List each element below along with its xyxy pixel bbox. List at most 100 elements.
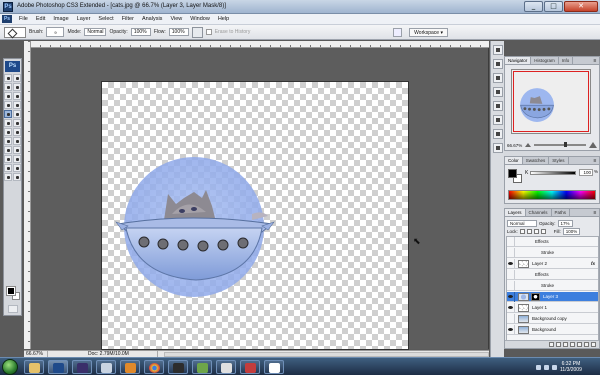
brush-tool-icon[interactable] xyxy=(13,101,21,109)
layer-row[interactable]: Layer 2 fx xyxy=(507,258,598,269)
menu-edit[interactable]: Edit xyxy=(32,16,49,22)
workspace-menu[interactable]: Workspace ▾ xyxy=(409,27,448,37)
hand-tool-icon[interactable] xyxy=(4,164,12,172)
trash-icon[interactable] xyxy=(591,342,596,347)
navigator-thumbnail[interactable] xyxy=(511,69,591,134)
add-mask-icon[interactable] xyxy=(563,342,568,347)
navigator-zoom-field[interactable]: 66.67% xyxy=(507,143,522,148)
history-brush-tool-icon[interactable] xyxy=(4,119,12,127)
crop-tool-icon[interactable] xyxy=(4,92,12,100)
color-fg-swatch[interactable] xyxy=(508,169,517,178)
lock-pixels-icon[interactable] xyxy=(526,228,532,234)
3d-tool-icon[interactable] xyxy=(4,173,12,181)
visibility-eye-icon[interactable] xyxy=(507,280,515,291)
taskbar-app8[interactable] xyxy=(216,360,236,374)
quick-select-tool-icon[interactable] xyxy=(13,83,21,91)
history-icon[interactable] xyxy=(492,45,503,55)
layer-mask-thumbnail[interactable] xyxy=(531,292,540,301)
marquee-tool-icon[interactable] xyxy=(13,74,21,82)
panel-menu-icon[interactable]: ≡ xyxy=(591,157,599,164)
clock[interactable]: 6:32 PM 11/3/2009 xyxy=(560,361,582,373)
airbrush-icon[interactable] xyxy=(191,26,203,38)
palette-well-icon[interactable] xyxy=(393,27,403,37)
paragraph-icon[interactable] xyxy=(492,129,503,139)
tray-icon[interactable] xyxy=(544,364,549,370)
brushes-icon[interactable] xyxy=(492,87,503,97)
lasso-tool-icon[interactable] xyxy=(4,83,12,91)
new-group-icon[interactable] xyxy=(577,342,582,347)
extra-tool-icon[interactable] xyxy=(13,173,21,181)
slice-tool-icon[interactable] xyxy=(13,92,21,100)
lock-all-icon[interactable] xyxy=(540,228,546,234)
shape-tool-icon[interactable] xyxy=(13,146,21,154)
taskbar-window[interactable] xyxy=(96,360,116,374)
clone-source-icon[interactable] xyxy=(492,101,503,111)
adjustment-layer-icon[interactable] xyxy=(570,342,575,347)
taskbar-app6[interactable] xyxy=(168,360,188,374)
opacity-field[interactable]: 100% xyxy=(130,28,151,36)
close-button[interactable]: ✕ xyxy=(564,1,598,12)
menu-select[interactable]: Select xyxy=(94,16,117,22)
taskbar-app10[interactable] xyxy=(264,360,284,374)
taskbar-explorer[interactable] xyxy=(24,360,44,374)
menu-window[interactable]: Window xyxy=(186,16,214,22)
menu-layer[interactable]: Layer xyxy=(73,16,95,22)
taskbar-app7[interactable] xyxy=(192,360,212,374)
maximize-button[interactable]: □ xyxy=(544,1,563,12)
ps-menu-icon[interactable]: Ps xyxy=(2,15,12,23)
menu-file[interactable]: File xyxy=(15,16,32,22)
blend-mode-select[interactable]: Normal xyxy=(507,219,537,227)
new-layer-icon[interactable] xyxy=(584,342,589,347)
move-tool-icon[interactable] xyxy=(4,74,12,82)
tool-presets-icon[interactable] xyxy=(492,73,503,83)
lock-position-icon[interactable] xyxy=(533,228,539,234)
taskbar-app9[interactable] xyxy=(240,360,260,374)
visibility-eye-icon[interactable] xyxy=(507,258,515,269)
visibility-eye-icon[interactable] xyxy=(507,302,515,313)
clone-tool-icon[interactable] xyxy=(13,110,21,118)
pen-tool-icon[interactable] xyxy=(4,137,12,145)
quick-mask-button[interactable] xyxy=(8,305,18,313)
navigator-zoom-slider[interactable] xyxy=(534,142,586,147)
link-layers-icon[interactable] xyxy=(549,342,554,347)
minimize-button[interactable]: _ xyxy=(524,1,543,12)
menu-view[interactable]: View xyxy=(166,16,186,22)
tab-swatches[interactable]: Swatches xyxy=(523,157,550,164)
tab-paths[interactable]: Paths xyxy=(552,209,571,216)
layer-row[interactable]: Background xyxy=(507,324,598,335)
taskbar-ae[interactable] xyxy=(72,360,92,374)
eraser-tool-icon[interactable] xyxy=(4,110,12,118)
panel-menu-icon[interactable]: ≡ xyxy=(591,209,599,216)
dodge-tool-icon[interactable] xyxy=(13,128,21,136)
tab-info[interactable]: Info xyxy=(559,57,574,64)
layer-effect-row[interactable]: Effects xyxy=(507,237,598,247)
visibility-eye-icon[interactable] xyxy=(507,324,515,335)
tool-preset-picker[interactable] xyxy=(4,26,26,38)
layer-row[interactable]: Layer 1 xyxy=(507,302,598,313)
tab-styles[interactable]: Styles xyxy=(549,157,569,164)
layer-fx-badge[interactable]: fx xyxy=(591,261,595,266)
layer-effect-row[interactable]: Effects xyxy=(507,269,598,280)
tray-icon[interactable] xyxy=(536,364,541,370)
horizontal-scrollbar[interactable] xyxy=(164,351,489,357)
notes-tool-icon[interactable] xyxy=(4,155,12,163)
visibility-eye-icon[interactable] xyxy=(507,237,515,247)
gradient-tool-icon[interactable] xyxy=(13,119,21,127)
channel-slider[interactable] xyxy=(530,171,576,175)
layer-effect-row[interactable]: Stroke xyxy=(507,280,598,291)
tab-histogram[interactable]: Histogram xyxy=(531,57,559,64)
menu-analysis[interactable]: Analysis xyxy=(138,16,166,22)
character-icon[interactable] xyxy=(492,115,503,125)
eyedropper-tool-icon[interactable] xyxy=(13,155,21,163)
healing-tool-icon[interactable] xyxy=(4,101,12,109)
panel-menu-icon[interactable]: ≡ xyxy=(591,57,599,64)
zoom-tool-icon[interactable] xyxy=(13,164,21,172)
erase-to-history-checkbox[interactable] xyxy=(205,29,212,35)
tab-color[interactable]: Color xyxy=(505,157,523,164)
taskbar-chrome[interactable] xyxy=(144,360,164,374)
layer-effect-row[interactable]: Stroke xyxy=(507,247,598,258)
taskbar-photoshop[interactable] xyxy=(48,360,68,374)
visibility-eye-icon[interactable] xyxy=(507,247,515,258)
zoom-in-icon[interactable] xyxy=(589,142,597,148)
volume-icon[interactable] xyxy=(552,364,557,370)
